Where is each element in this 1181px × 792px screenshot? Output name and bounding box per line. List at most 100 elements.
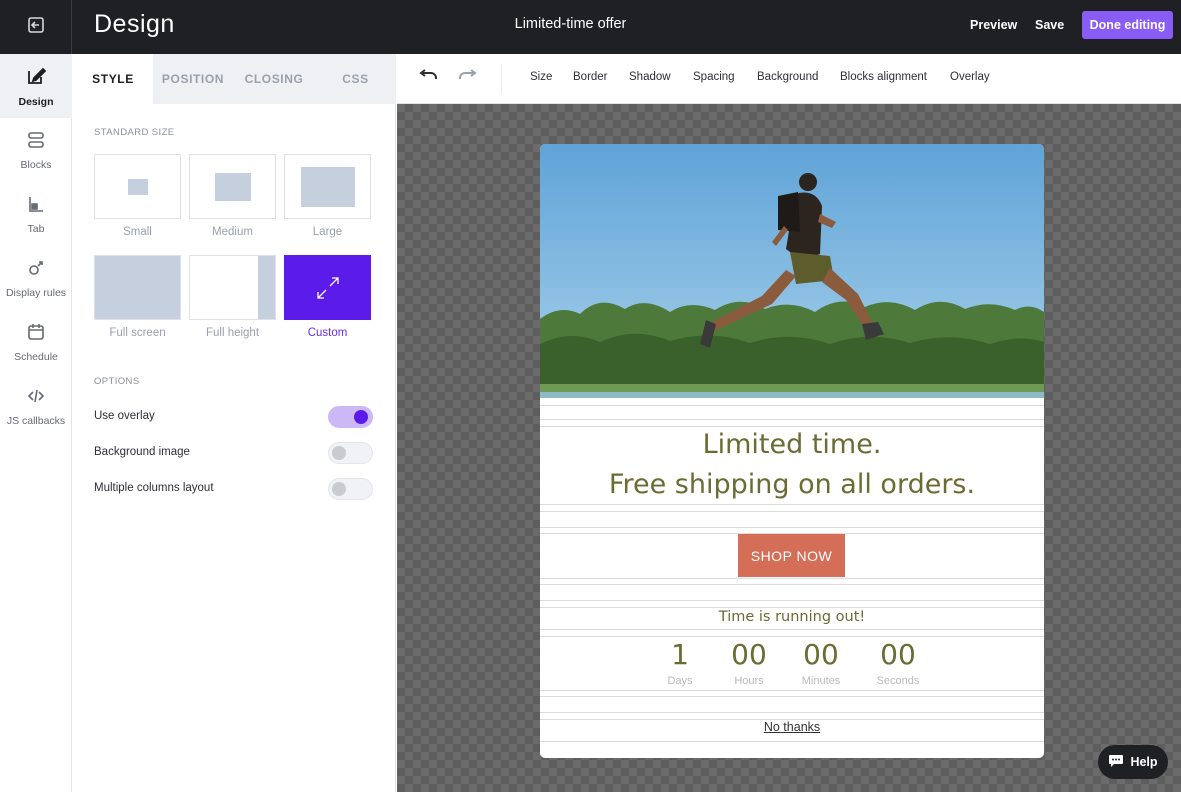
countdown-minutes-label: Minutes [801, 675, 841, 687]
guide-line [540, 607, 1044, 608]
size-full-height-card[interactable] [189, 255, 276, 320]
background-image-toggle[interactable] [328, 442, 373, 464]
use-overlay-toggle[interactable] [328, 406, 373, 428]
rail-label-tab: Tab [27, 222, 45, 235]
rail-label-schedule: Schedule [14, 350, 58, 363]
undo-icon [417, 68, 439, 90]
no-thanks-link[interactable]: No thanks [540, 720, 1044, 734]
toolbar-blocks-alignment[interactable]: Blocks alignment [840, 71, 927, 83]
rail-label-js-callbacks: JS callbacks [6, 414, 66, 427]
app-title: Design [94, 10, 175, 38]
help-label: Help [1130, 755, 1158, 769]
countdown-seconds-value: 00 [880, 638, 916, 671]
rail-item-schedule[interactable]: Schedule [0, 310, 72, 374]
guide-line [540, 600, 1044, 601]
exit-icon [26, 15, 46, 40]
hero-image[interactable] [540, 144, 1044, 398]
rail-item-js-callbacks[interactable]: JS callbacks [0, 374, 72, 438]
guide-line [540, 405, 1044, 406]
multiple-columns-toggle[interactable] [328, 478, 373, 500]
guide-line [540, 636, 1044, 637]
code-icon [26, 386, 46, 411]
standard-size-heading: STANDARD SIZE [94, 127, 175, 138]
size-full-screen-preview [95, 256, 180, 319]
size-medium-label: Medium [212, 226, 253, 238]
guide-line [540, 584, 1044, 585]
toggle-knob [332, 446, 346, 460]
headline-line-1[interactable]: Limited time. [540, 425, 1044, 465]
toolbar-size[interactable]: Size [530, 71, 552, 83]
countdown-days-label: Days [667, 675, 693, 687]
size-custom-label: Custom [307, 327, 348, 339]
size-medium-card[interactable] [189, 154, 276, 219]
undo-button[interactable] [416, 67, 440, 91]
design-pen-icon [25, 65, 47, 92]
countdown-days-value: 1 [671, 638, 689, 671]
guide-line [540, 696, 1044, 697]
save-button[interactable]: Save [1035, 18, 1064, 32]
size-full-height-preview [258, 256, 275, 319]
rail-label-design: Design [18, 95, 54, 108]
rail-item-design[interactable]: Design [0, 54, 72, 118]
blocks-icon [26, 130, 46, 155]
rail-label-display-rules: Display rules [5, 286, 67, 299]
left-nav-rail: Design Blocks Tab Display rules Schedule… [0, 54, 72, 792]
tab-style[interactable]: STYLE [73, 54, 153, 104]
redo-button[interactable] [456, 67, 480, 91]
redo-icon [457, 68, 479, 90]
options-heading: OPTIONS [94, 376, 140, 387]
tab-css[interactable]: CSS [315, 54, 396, 104]
panel-tabs: STYLE POSITION CLOSING CSS [73, 54, 396, 104]
toolbar-divider [501, 64, 502, 94]
guide-line [540, 629, 1044, 630]
size-custom-card[interactable] [284, 255, 371, 320]
shop-now-button[interactable]: SHOP NOW [738, 534, 845, 577]
preview-button[interactable]: Preview [970, 18, 1017, 32]
editor-canvas: Limited time. Free shipping on all order… [397, 104, 1181, 792]
rail-item-display-rules[interactable]: Display rules [0, 246, 72, 310]
toolbar-background[interactable]: Background [757, 71, 818, 83]
canvas-toolbar: Size Border Shadow Spacing Background Bl… [397, 54, 1181, 104]
toolbar-border[interactable]: Border [573, 71, 608, 83]
size-large-preview [301, 167, 355, 207]
guide-line [540, 419, 1044, 420]
size-small-preview [128, 179, 148, 195]
rail-label-blocks: Blocks [20, 158, 52, 171]
done-editing-button[interactable]: Done editing [1082, 11, 1173, 39]
exit-editor-button[interactable] [0, 0, 72, 54]
tab-closing[interactable]: CLOSING [233, 54, 315, 104]
size-large-card[interactable] [284, 154, 371, 219]
guide-line [540, 578, 1044, 579]
guide-line [540, 527, 1044, 528]
multiple-columns-label: Multiple columns layout [94, 482, 214, 494]
use-overlay-label: Use overlay [94, 410, 155, 422]
help-button[interactable]: Help [1098, 745, 1168, 779]
size-full-screen-card[interactable] [94, 255, 181, 320]
display-rules-icon [26, 258, 46, 283]
popup-preview[interactable]: Limited time. Free shipping on all order… [540, 144, 1044, 758]
toggle-knob [332, 482, 346, 496]
rail-item-blocks[interactable]: Blocks [0, 118, 72, 182]
countdown-minutes-value: 00 [803, 638, 839, 671]
chat-bubble-icon [1108, 754, 1124, 771]
guide-line [540, 712, 1044, 713]
size-full-screen-label: Full screen [109, 327, 166, 339]
toolbar-overlay[interactable]: Overlay [950, 71, 990, 83]
settings-panel: STYLE POSITION CLOSING CSS STANDARD SIZE… [73, 54, 396, 792]
headline-line-2[interactable]: Free shipping on all orders. [540, 465, 1044, 505]
background-image-label: Background image [94, 446, 190, 458]
rail-item-tab[interactable]: Tab [0, 182, 72, 246]
toggle-knob [354, 410, 368, 424]
size-medium-preview [215, 173, 251, 201]
size-full-height-label: Full height [205, 327, 260, 339]
toolbar-spacing[interactable]: Spacing [693, 71, 735, 83]
toolbar-shadow[interactable]: Shadow [629, 71, 671, 83]
guide-line [540, 504, 1044, 505]
tab-icon [26, 194, 46, 219]
calendar-icon [26, 322, 46, 347]
top-bar: Design Limited-time offer Preview Save D… [0, 0, 1181, 54]
countdown-title[interactable]: Time is running out! [540, 609, 1044, 625]
guide-line [540, 741, 1044, 742]
size-small-card[interactable] [94, 154, 181, 219]
tab-position[interactable]: POSITION [153, 54, 233, 104]
